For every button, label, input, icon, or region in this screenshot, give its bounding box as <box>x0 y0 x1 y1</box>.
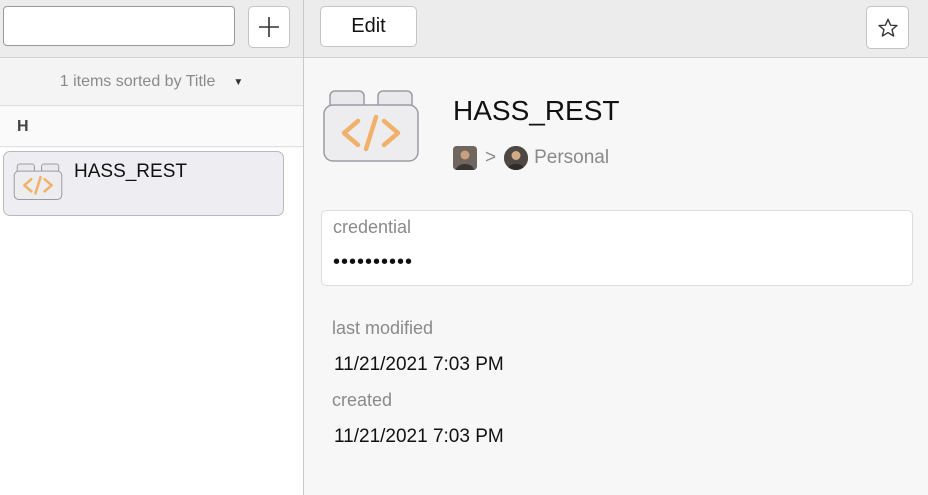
list-item[interactable]: HASS_REST <box>3 151 284 216</box>
breadcrumb: > Personal <box>453 145 609 171</box>
api-credential-icon <box>13 163 63 200</box>
add-item-button[interactable] <box>248 6 290 48</box>
item-list: HASS_REST <box>0 148 303 495</box>
section-header: H <box>0 107 303 147</box>
vault-avatar[interactable] <box>504 146 529 170</box>
person-avatar-icon <box>453 146 477 170</box>
created-label: created <box>332 390 393 410</box>
section-letter: H <box>17 117 29 135</box>
search-input[interactable] <box>3 6 235 46</box>
favorite-button[interactable] <box>866 6 909 49</box>
field-label: credential <box>333 217 412 237</box>
item-detail: HASS_REST > Personal credential ••••••••… <box>304 59 928 495</box>
last-modified-value: 11/21/2021 7:03 PM <box>334 354 504 375</box>
person-avatar-icon <box>504 146 529 170</box>
sort-selector[interactable]: 1 items sorted by Title ▼ <box>0 59 303 106</box>
credential-field: credential •••••••••• <box>321 210 913 286</box>
edit-button[interactable]: Edit <box>320 6 417 47</box>
sort-label: 1 items sorted by Title <box>59 73 216 90</box>
account-avatar[interactable] <box>453 146 477 170</box>
list-toolbar <box>0 0 303 58</box>
plus-icon <box>259 17 279 37</box>
star-icon <box>877 18 898 37</box>
app-window: Edit 1 items sorted by Title ▼ H HASS_RE… <box>0 0 928 495</box>
breadcrumb-separator: > <box>485 147 497 168</box>
caret-down-icon: ▼ <box>233 76 244 88</box>
api-credential-icon <box>323 90 419 162</box>
last-modified-label: last modified <box>332 318 434 338</box>
breadcrumb-vault-name[interactable]: Personal <box>534 147 609 169</box>
item-title: HASS_REST <box>453 95 620 126</box>
list-item-title: HASS_REST <box>74 161 187 182</box>
created-value: 11/21/2021 7:03 PM <box>334 426 504 447</box>
concealed-value[interactable]: •••••••••• <box>333 251 413 274</box>
detail-toolbar: Edit <box>304 0 928 58</box>
